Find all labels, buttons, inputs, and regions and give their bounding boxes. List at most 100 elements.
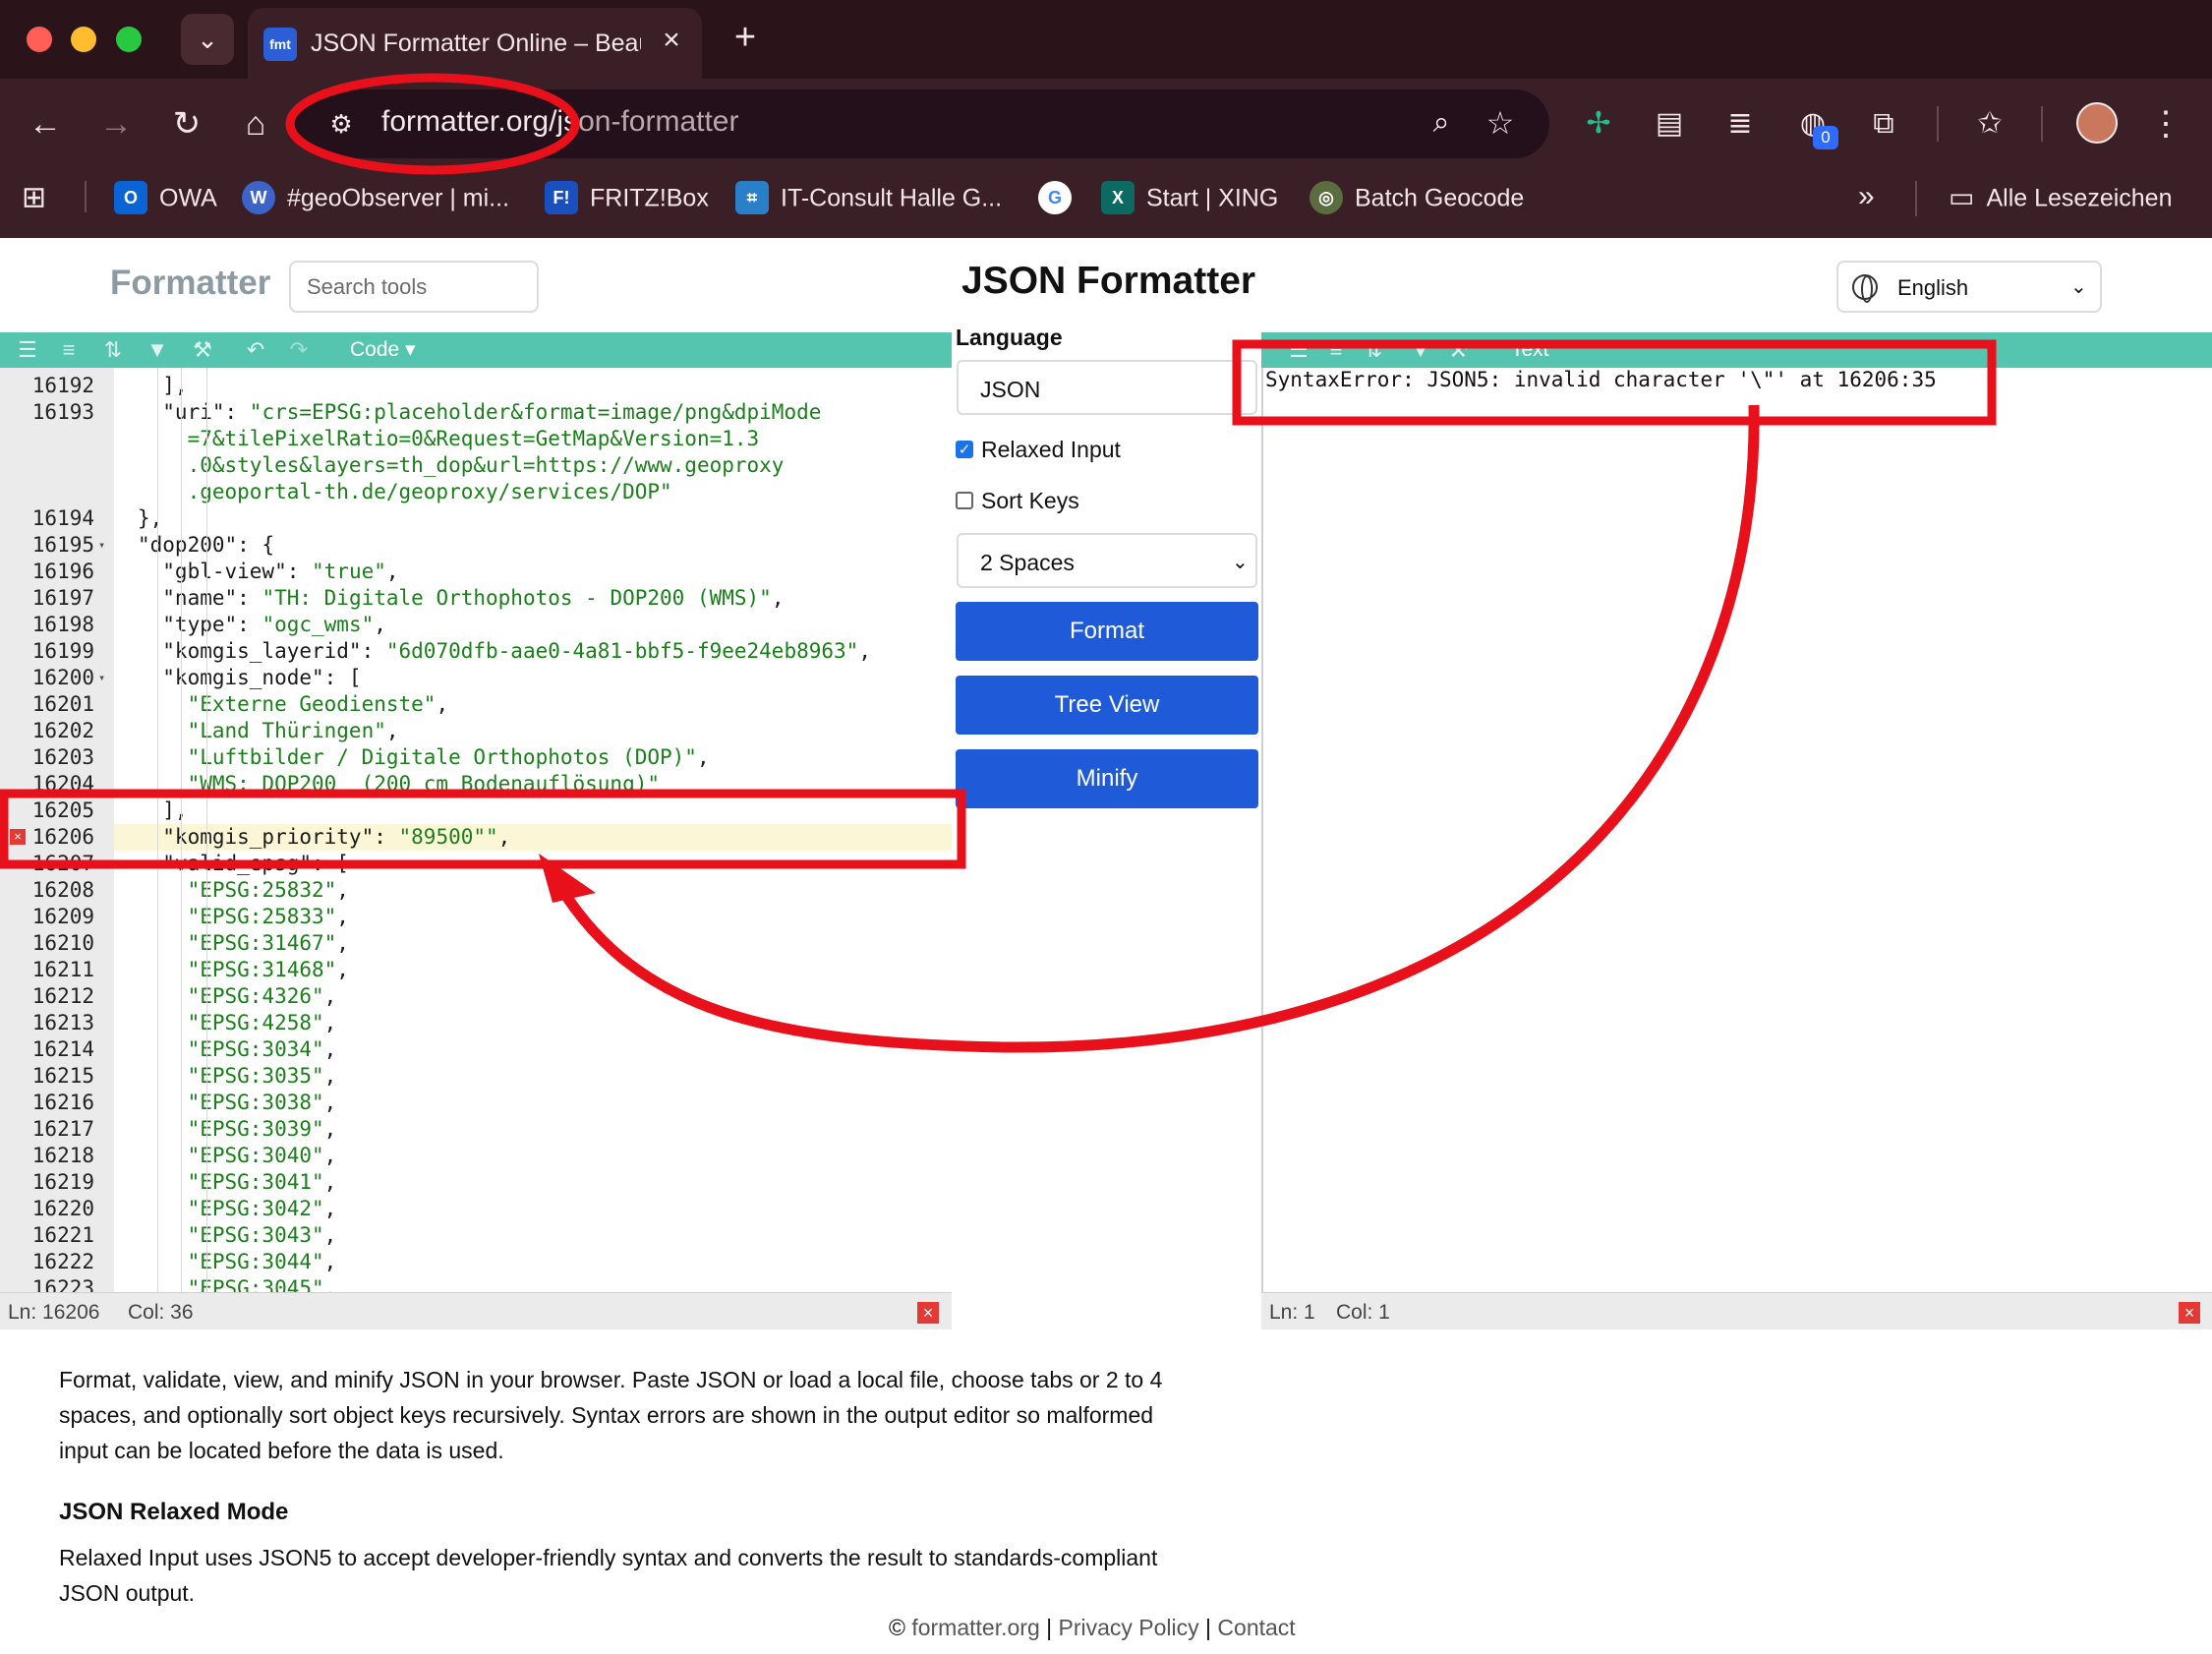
code-line[interactable]: .0&styles&layers=th_dop&url=https://www.… bbox=[138, 452, 785, 479]
code-line[interactable]: "EPSG:31468", bbox=[138, 957, 349, 983]
close-window-button[interactable] bbox=[27, 27, 52, 52]
code-line[interactable]: "komgis_node": [ bbox=[138, 665, 361, 691]
code-line[interactable]: "EPSG:3041", bbox=[138, 1169, 337, 1196]
code-line[interactable]: "komgis_layerid": "6d070dfb-aae0-4a81-bb… bbox=[138, 638, 871, 665]
format-icon[interactable]: ☰ bbox=[1285, 332, 1312, 368]
bookmark-star-icon[interactable]: ☆ bbox=[1481, 103, 1520, 143]
code-line[interactable]: "EPSG:3044", bbox=[138, 1249, 337, 1275]
relaxed-input-checkbox[interactable]: ✓ Relaxed Input bbox=[956, 433, 1121, 462]
code-line[interactable]: =7&tilePixelRatio=0&Request=GetMap&Versi… bbox=[138, 426, 760, 452]
bookmark-it-consult[interactable]: ⌗ IT-Consult Halle G... bbox=[735, 177, 1002, 216]
code-line[interactable]: "EPSG:31467", bbox=[138, 930, 349, 957]
forward-button[interactable]: → bbox=[94, 102, 138, 146]
search-tools-field[interactable] bbox=[289, 261, 539, 313]
more-bookmarks-icon[interactable]: » bbox=[1858, 177, 1875, 216]
search-input[interactable] bbox=[307, 263, 529, 311]
code-line[interactable]: .geoportal-th.de/geoproxy/services/DOP" bbox=[138, 479, 672, 505]
back-button[interactable]: ← bbox=[24, 102, 67, 146]
code-line[interactable]: "EPSG:25832", bbox=[138, 877, 349, 904]
output-area[interactable]: SyntaxError: JSON5: invalid character '\… bbox=[1261, 368, 2212, 1292]
compact-icon[interactable]: ≡ bbox=[1322, 332, 1350, 368]
code-line[interactable]: "EPSG:3034", bbox=[138, 1036, 337, 1063]
error-toggle-icon[interactable]: × bbox=[917, 1302, 939, 1324]
code-line[interactable]: "Externe Geodienste", bbox=[138, 691, 449, 718]
repair-icon[interactable]: ⚒ bbox=[189, 332, 216, 368]
tree-view-button[interactable]: Tree View bbox=[956, 676, 1258, 735]
format-icon[interactable]: ☰ bbox=[14, 332, 41, 368]
code-line[interactable]: ], bbox=[138, 797, 187, 824]
code-line[interactable]: "EPSG:4326", bbox=[138, 983, 337, 1010]
code-line[interactable]: "EPSG:3043", bbox=[138, 1222, 337, 1249]
bookmark-fritzbox[interactable]: F! FRITZ!Box bbox=[545, 177, 709, 216]
maximize-window-button[interactable] bbox=[116, 27, 142, 52]
bookmark-google[interactable]: G bbox=[1038, 177, 1083, 216]
code-line[interactable]: "gbl-view": "true", bbox=[138, 559, 398, 585]
extension-document-icon[interactable]: ▤ bbox=[1648, 102, 1691, 146]
language-select[interactable]: English ⌄ bbox=[1836, 261, 2102, 313]
favorites-icon[interactable]: ✩ bbox=[1968, 102, 2011, 146]
repair-icon[interactable]: ⚒ bbox=[1444, 332, 1472, 368]
tab-close-button[interactable]: × bbox=[655, 24, 688, 57]
sort-keys-checkbox[interactable]: Sort Keys bbox=[956, 484, 1079, 513]
code-line[interactable]: "EPSG:4258", bbox=[138, 1010, 337, 1036]
code-line[interactable]: "EPSG:25833", bbox=[138, 904, 349, 930]
checkbox-unchecked-icon[interactable] bbox=[956, 491, 973, 509]
tab-search-button[interactable]: ⌄ bbox=[181, 14, 234, 65]
code-line[interactable]: "EPSG:3045", bbox=[138, 1275, 337, 1292]
code-line[interactable]: "WMS: DOP200 (200 cm Bodenauflösung)" bbox=[138, 771, 660, 797]
code-line[interactable]: "EPSG:3040", bbox=[138, 1143, 337, 1169]
bookmark-xing[interactable]: X Start | XING bbox=[1101, 177, 1278, 216]
browser-menu-icon[interactable]: ⋮ bbox=[2149, 102, 2183, 146]
tab-json-formatter[interactable]: fmt JSON Formatter Online – Beautify × bbox=[248, 8, 702, 79]
address-bar[interactable]: ⚙ formatter.org/json-formatter ⌕ ☆ bbox=[295, 89, 1549, 158]
code-area[interactable]: 16192 ], 16193 "uri": "crs=EPSG:placehold… bbox=[0, 368, 952, 1292]
sort-icon[interactable]: ⇅ bbox=[1360, 332, 1387, 368]
code-line[interactable]: "type": "ogc_wms", bbox=[138, 612, 386, 638]
code-line[interactable]: }, bbox=[138, 505, 162, 532]
mode-dropdown[interactable]: Code ▾ bbox=[350, 332, 416, 368]
fold-toggle-icon[interactable]: ▾ bbox=[98, 532, 112, 559]
footer-site-link[interactable]: formatter.org bbox=[911, 1615, 1039, 1640]
indent-select[interactable]: 2 Spaces ⌄ bbox=[957, 533, 1257, 588]
code-line[interactable]: "name": "TH: Digitale Orthophotos - DOP2… bbox=[138, 585, 784, 612]
code-line[interactable]: "Land Thüringen", bbox=[138, 718, 399, 744]
minify-button[interactable]: Minify bbox=[956, 749, 1258, 808]
reload-button[interactable]: ↻ bbox=[165, 102, 208, 146]
compact-icon[interactable]: ≡ bbox=[55, 332, 83, 368]
code-line[interactable]: "EPSG:3035", bbox=[138, 1063, 337, 1090]
redo-icon[interactable]: ↷ bbox=[285, 332, 313, 368]
format-button[interactable]: Format bbox=[956, 602, 1258, 661]
code-line[interactable]: ], bbox=[138, 373, 187, 399]
new-tab-button[interactable]: + bbox=[726, 18, 765, 57]
apps-grid-icon[interactable]: ⊞ bbox=[22, 177, 46, 216]
filter-icon[interactable]: ▼ bbox=[1407, 332, 1434, 368]
url-text[interactable]: formatter.org/json-formatter bbox=[381, 105, 738, 139]
code-line[interactable]: "uri": "crs=EPSG:placeholder&format=imag… bbox=[138, 399, 821, 426]
all-bookmarks-button[interactable]: ▭ Alle Lesezeichen bbox=[1949, 177, 2172, 216]
extension-spy-icon[interactable]: ≣ bbox=[1718, 102, 1762, 146]
code-line[interactable]: "valid_epsg": [ bbox=[138, 851, 349, 877]
minimize-window-button[interactable] bbox=[71, 27, 96, 52]
mode-dropdown[interactable]: Text bbox=[1511, 332, 1549, 368]
home-button[interactable]: ⌂ bbox=[234, 102, 277, 146]
site-logo[interactable]: Formatter bbox=[110, 264, 270, 303]
bookmark-geoobserver[interactable]: W #geoObserver | mi... bbox=[242, 177, 509, 216]
site-info-icon[interactable]: ⚙ bbox=[322, 106, 360, 142]
profile-avatar[interactable] bbox=[2076, 102, 2118, 144]
error-toggle-icon[interactable]: × bbox=[2179, 1302, 2200, 1324]
bookmark-owa[interactable]: O OWA bbox=[114, 177, 217, 216]
code-line[interactable]: "EPSG:3039", bbox=[138, 1116, 337, 1143]
input-editor[interactable]: ☰ ≡ ⇅ ▼ ⚒ ↶ ↷ Code ▾ 16192 ], 16193 "uri"… bbox=[0, 332, 952, 1329]
checkbox-checked-icon[interactable]: ✓ bbox=[956, 440, 973, 458]
output-editor[interactable]: ☰ ≡ ⇅ ▼ ⚒ Text SyntaxError: JSON5: inval… bbox=[1261, 332, 2212, 1329]
code-line[interactable]: "komgis_priority": "89500"", bbox=[138, 824, 510, 851]
filter-icon[interactable]: ▼ bbox=[144, 332, 171, 368]
undo-icon[interactable]: ↶ bbox=[242, 332, 269, 368]
code-line[interactable]: "Luftbilder / Digitale Orthophotos (DOP)… bbox=[138, 744, 710, 771]
code-line[interactable]: "EPSG:3042", bbox=[138, 1196, 337, 1222]
sort-icon[interactable]: ⇅ bbox=[98, 332, 128, 368]
bookmark-batch-geocode[interactable]: ◎ Batch Geocode bbox=[1310, 177, 1524, 216]
fold-toggle-icon[interactable]: ▾ bbox=[98, 851, 112, 877]
language-mode-select[interactable]: JSON bbox=[957, 360, 1257, 415]
code-line[interactable]: "EPSG:3038", bbox=[138, 1090, 337, 1116]
